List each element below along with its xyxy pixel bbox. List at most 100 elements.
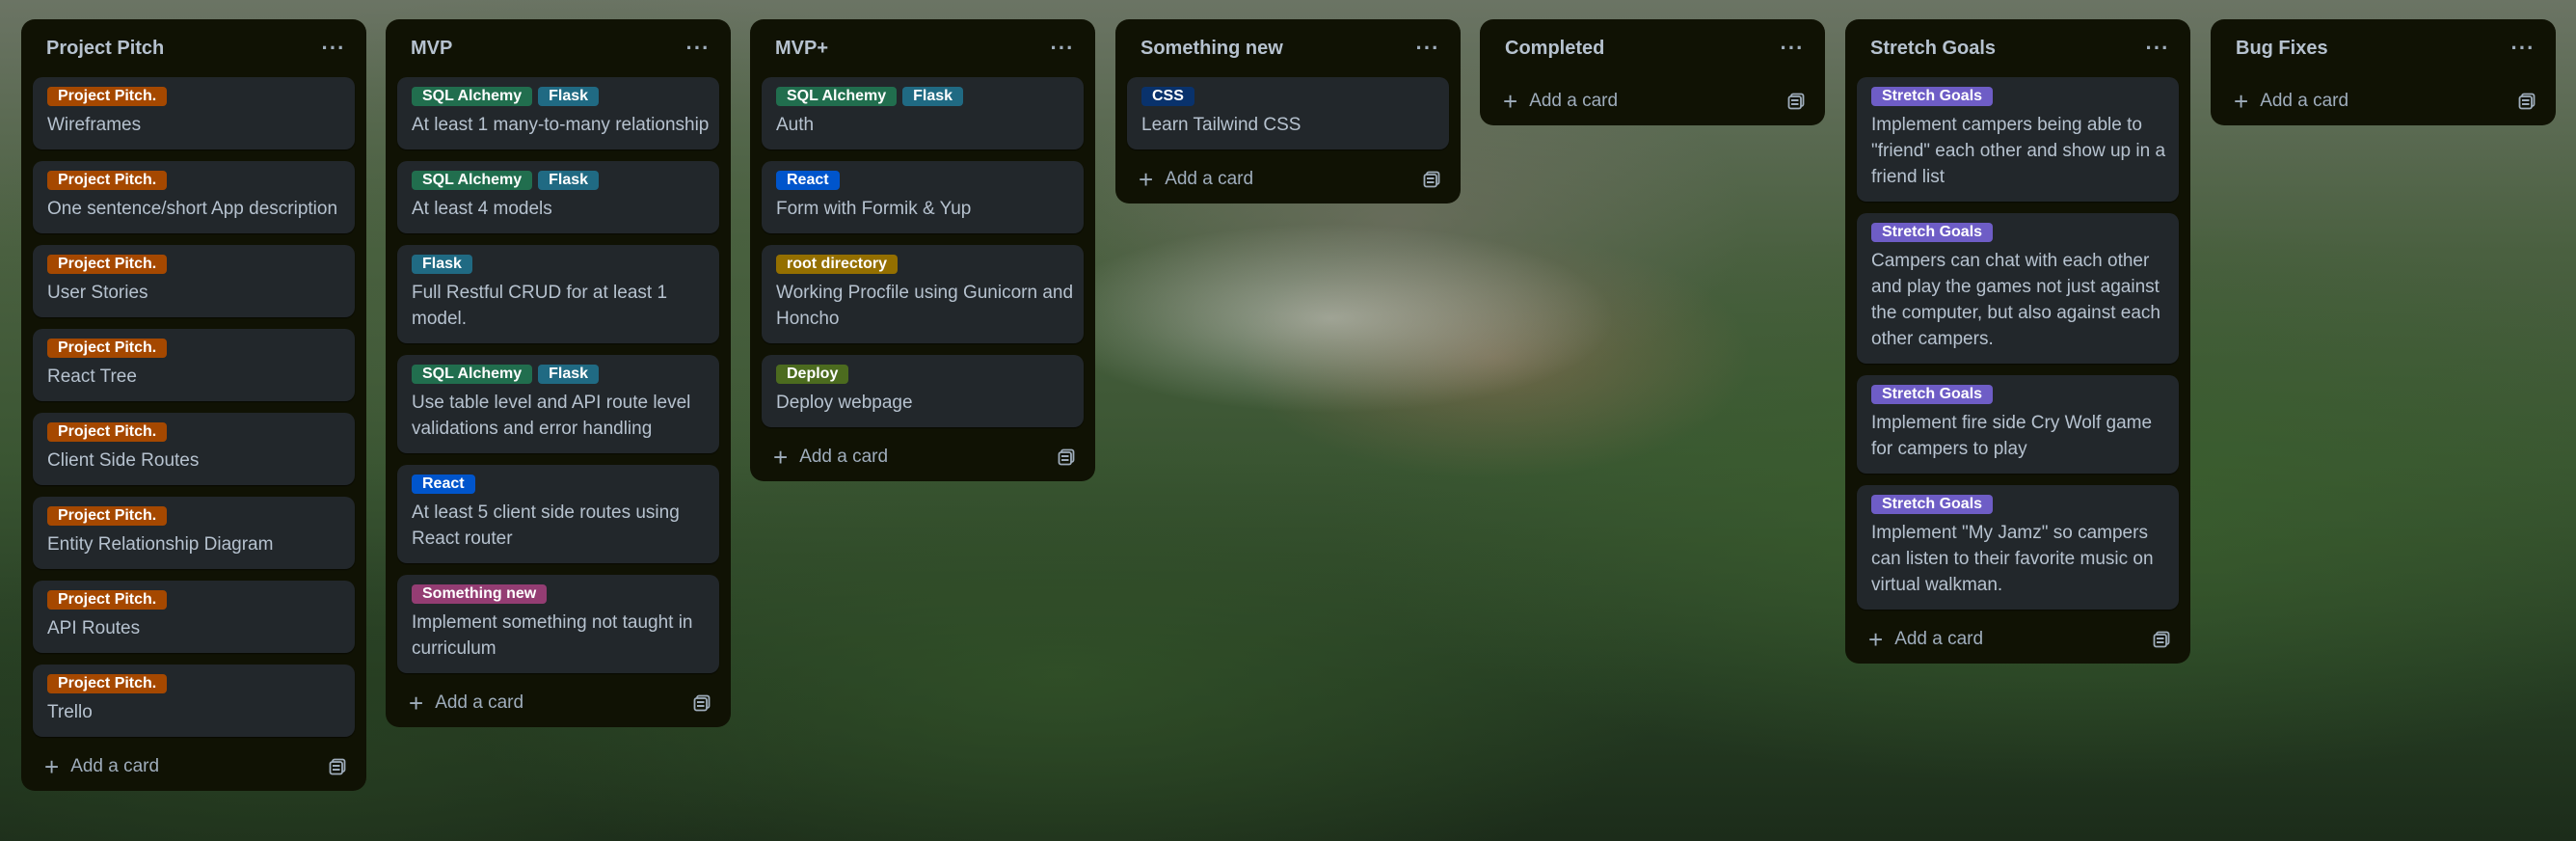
card-title: Implement something not taught in curric… <box>412 612 693 659</box>
plus-icon: + <box>1503 87 1518 116</box>
add-card-label: Add a card <box>70 756 160 776</box>
list-header: Bug Fixes ··· <box>2222 19 2544 77</box>
label-react[interactable]: React <box>776 171 840 190</box>
label-sql-alchemy[interactable]: SQL Alchemy <box>776 87 898 106</box>
label-project-pitch[interactable]: Project Pitch. <box>47 506 168 526</box>
label-stretch-goals[interactable]: Stretch Goals <box>1871 223 1994 242</box>
card[interactable]: Stretch Goals Campers can chat with each … <box>1857 213 2179 364</box>
add-card-button[interactable]: + Add a card <box>2234 89 2348 114</box>
card[interactable]: Project Pitch. Trello <box>33 665 355 737</box>
more-options-icon[interactable]: ··· <box>1779 38 1806 59</box>
card[interactable]: Project Pitch. User Stories <box>33 245 355 317</box>
more-options-icon[interactable]: ··· <box>1049 38 1076 59</box>
card-title: Use table level and API route level vali… <box>412 393 691 439</box>
card[interactable]: root directory Working Procfile using Gun… <box>762 245 1084 343</box>
card-title: Deploy webpage <box>776 393 913 413</box>
card[interactable]: Stretch Goals Implement "My Jamz" so camp… <box>1857 485 2179 610</box>
card[interactable]: Project Pitch. API Routes <box>33 581 355 653</box>
label-sql-alchemy[interactable]: SQL Alchemy <box>412 365 533 384</box>
create-from-template-icon[interactable] <box>2517 92 2536 111</box>
list-title[interactable]: Completed <box>1505 38 1604 60</box>
list-title[interactable]: Stretch Goals <box>1870 38 1996 60</box>
card[interactable]: Flask Full Restful CRUD for at least 1 mo… <box>397 245 719 343</box>
card-labels: Project Pitch. <box>47 590 345 610</box>
card[interactable]: Stretch Goals Implement campers being abl… <box>1857 77 2179 202</box>
label-project-pitch[interactable]: Project Pitch. <box>47 339 168 358</box>
add-card-button[interactable]: + Add a card <box>773 445 888 470</box>
card[interactable]: React At least 5 client side routes using… <box>397 465 719 563</box>
add-card-button[interactable]: + Add a card <box>1868 625 1983 654</box>
label-project-pitch[interactable]: Project Pitch. <box>47 590 168 610</box>
label-sql-alchemy[interactable]: SQL Alchemy <box>412 87 533 106</box>
label-deploy[interactable]: Deploy <box>776 365 849 384</box>
label-project-pitch[interactable]: Project Pitch. <box>47 87 168 106</box>
list-title[interactable]: Project Pitch <box>46 38 164 60</box>
card[interactable]: Project Pitch. Wireframes <box>33 77 355 149</box>
label-flask[interactable]: Flask <box>902 87 964 106</box>
list-project-pitch: Project Pitch ··· Project Pitch. Wireframes… <box>21 19 366 791</box>
label-stretch-goals[interactable]: Stretch Goals <box>1871 385 1994 404</box>
card[interactable]: Project Pitch. React Tree <box>33 329 355 401</box>
card[interactable]: Project Pitch. One sentence/short App des… <box>33 161 355 233</box>
card[interactable]: CSS Learn Tailwind CSS <box>1127 77 1449 149</box>
create-from-template-icon[interactable] <box>328 757 347 776</box>
card[interactable]: React Form with Formik & Yup <box>762 161 1084 233</box>
label-project-pitch[interactable]: Project Pitch. <box>47 674 168 693</box>
card[interactable]: SQL Alchemy Flask At least 1 many-to-many … <box>397 77 719 149</box>
label-react[interactable]: React <box>412 475 475 494</box>
label-stretch-goals[interactable]: Stretch Goals <box>1871 495 1994 514</box>
card-labels: Stretch Goals <box>1871 223 2169 242</box>
label-root-directory[interactable]: root directory <box>776 255 899 274</box>
label-flask[interactable]: Flask <box>538 87 600 106</box>
create-from-template-icon[interactable] <box>1057 448 1076 467</box>
card[interactable]: Deploy Deploy webpage <box>762 355 1084 427</box>
board: Project Pitch ··· Project Pitch. Wireframes… <box>0 0 2576 841</box>
add-card-button[interactable]: + Add a card <box>409 691 523 716</box>
label-project-pitch[interactable]: Project Pitch. <box>47 171 168 190</box>
card[interactable]: SQL Alchemy Flask Auth <box>762 77 1084 149</box>
more-options-icon[interactable]: ··· <box>1414 38 1441 59</box>
card[interactable]: Something new Implement something not tau… <box>397 575 719 673</box>
add-card-button[interactable]: + Add a card <box>44 754 160 779</box>
card-title: Wireframes <box>47 115 142 135</box>
card-title: React Tree <box>47 366 137 387</box>
label-project-pitch[interactable]: Project Pitch. <box>47 422 168 442</box>
add-card-button[interactable]: + Add a card <box>1139 167 1253 192</box>
card[interactable]: Project Pitch. Entity Relationship Diagra… <box>33 497 355 569</box>
label-project-pitch[interactable]: Project Pitch. <box>47 255 168 274</box>
more-options-icon[interactable]: ··· <box>684 38 711 59</box>
label-flask[interactable]: Flask <box>412 255 472 274</box>
card[interactable]: Stretch Goals Implement fire side Cry Wol… <box>1857 375 2179 474</box>
list-title[interactable]: MVP <box>411 38 452 60</box>
plus-icon: + <box>1868 625 1884 654</box>
create-from-template-icon[interactable] <box>1786 92 1806 111</box>
create-from-template-icon[interactable] <box>1422 170 1441 189</box>
add-card-row: + Add a card <box>33 743 355 791</box>
card-title: Full Restful CRUD for at least 1 model. <box>412 283 668 329</box>
label-css[interactable]: CSS <box>1141 87 1194 106</box>
card[interactable]: SQL Alchemy Flask Use table level and API … <box>397 355 719 453</box>
card-list: SQL Alchemy Flask Auth React Form with Formi… <box>762 77 1084 427</box>
label-stretch-goals[interactable]: Stretch Goals <box>1871 87 1994 106</box>
list-title[interactable]: Something new <box>1140 38 1283 60</box>
card[interactable]: Project Pitch. Client Side Routes <box>33 413 355 485</box>
card-title: Implement "My Jamz" so campers can liste… <box>1871 523 2154 595</box>
more-options-icon[interactable]: ··· <box>2144 38 2171 59</box>
more-options-icon[interactable]: ··· <box>320 38 347 59</box>
label-something-new[interactable]: Something new <box>412 584 548 604</box>
add-card-label: Add a card <box>1529 91 1619 111</box>
label-sql-alchemy[interactable]: SQL Alchemy <box>412 171 533 190</box>
list-title[interactable]: Bug Fixes <box>2236 38 2328 60</box>
card-list: Project Pitch. Wireframes Project Pitch. On… <box>33 77 355 737</box>
card-labels: Deploy <box>776 365 1074 384</box>
label-flask[interactable]: Flask <box>538 171 600 190</box>
create-from-template-icon[interactable] <box>2152 630 2171 649</box>
label-flask[interactable]: Flask <box>538 365 600 384</box>
add-card-button[interactable]: + Add a card <box>1503 87 1619 116</box>
card-title: Auth <box>776 115 815 135</box>
card-title: Implement campers being able to "friend"… <box>1871 115 2166 187</box>
list-title[interactable]: MVP+ <box>775 38 828 60</box>
more-options-icon[interactable]: ··· <box>2509 38 2536 59</box>
card[interactable]: SQL Alchemy Flask At least 4 models <box>397 161 719 233</box>
create-from-template-icon[interactable] <box>692 693 711 713</box>
